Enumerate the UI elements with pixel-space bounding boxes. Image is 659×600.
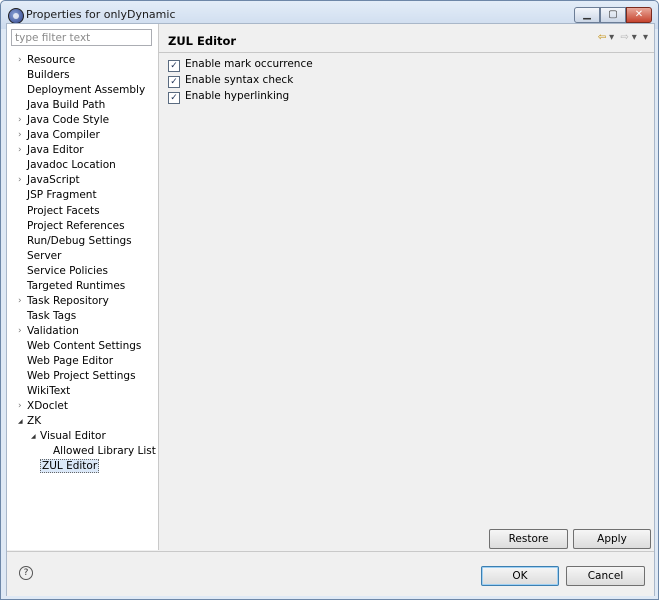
tree-item-targeted-runtimes[interactable]: Targeted Runtimes bbox=[27, 279, 125, 294]
tree-item-label: Java Compiler bbox=[27, 129, 100, 142]
tree-item-server[interactable]: Server bbox=[27, 249, 61, 264]
tree-item-label: Service Policies bbox=[27, 264, 108, 277]
tree-item-allowed-library-list[interactable]: Allowed Library List bbox=[53, 444, 156, 459]
tree-item-xdoclet[interactable]: › XDoclet bbox=[18, 399, 68, 414]
tree-item-resource[interactable]: › Resource bbox=[18, 53, 76, 68]
tree-item-label: Javadoc Location bbox=[27, 159, 116, 172]
tree-item-deployment-assembly[interactable]: Deployment Assembly bbox=[27, 83, 145, 98]
expand-arrow-icon[interactable]: › bbox=[18, 399, 26, 414]
tree-item-java-build-path[interactable]: Java Build Path bbox=[27, 98, 105, 113]
option-mark-occurrence[interactable]: ✓ Enable mark occurrence bbox=[168, 57, 313, 72]
tree-item-zul-editor[interactable]: ZUL Editor bbox=[40, 459, 100, 474]
tree-item-builders[interactable]: Builders bbox=[27, 68, 70, 83]
tree-item-label: Validation bbox=[27, 324, 79, 337]
close-button[interactable]: ✕ bbox=[626, 7, 652, 23]
option-label: Enable hyperlinking bbox=[185, 90, 290, 102]
window-title: Properties for onlyDynamic bbox=[26, 8, 176, 21]
view-menu-icon[interactable]: ▾ bbox=[643, 32, 648, 43]
forward-dropdown-icon[interactable]: ▾ bbox=[632, 32, 637, 43]
tree-item-label: WikiText bbox=[27, 385, 71, 398]
expand-arrow-icon[interactable]: › bbox=[18, 53, 26, 68]
tree-item-visual-editor[interactable]: ◢ Visual Editor bbox=[31, 429, 106, 444]
tree-item-task-tags[interactable]: Task Tags bbox=[27, 309, 76, 324]
tree-item-wikitext[interactable]: WikiText bbox=[27, 384, 70, 399]
tree-item-label: Server bbox=[27, 249, 62, 262]
cancel-button[interactable]: Cancel bbox=[566, 566, 645, 586]
expand-arrow-icon[interactable]: › bbox=[18, 173, 26, 188]
tree-item-label: Java Editor bbox=[27, 144, 84, 157]
expand-arrow-icon[interactable]: › bbox=[18, 324, 26, 339]
tree-item-java-editor[interactable]: › Java Editor bbox=[18, 143, 84, 158]
forward-arrow-icon[interactable]: ⇨ bbox=[620, 32, 628, 43]
restore-defaults-button[interactable]: Restore Defaults bbox=[489, 529, 568, 563]
tree-item-task-repository[interactable]: › Task Repository bbox=[18, 294, 109, 309]
tree-item-label: JSP Fragment bbox=[27, 189, 97, 202]
category-pane: ›ResourceBuildersDeployment AssemblyJava… bbox=[7, 24, 159, 550]
tree-item-zk[interactable]: ◢ ZK bbox=[18, 414, 42, 429]
expand-arrow-icon[interactable]: › bbox=[18, 128, 26, 143]
option-label: Enable syntax check bbox=[185, 74, 294, 86]
tree-item-service-policies[interactable]: Service Policies bbox=[27, 264, 108, 279]
expand-arrow-icon[interactable]: › bbox=[18, 143, 26, 158]
tree-item-label: JavaScript bbox=[27, 174, 80, 187]
tree-item-label: Builders bbox=[27, 69, 70, 82]
option-syntax-check[interactable]: ✓ Enable syntax check bbox=[168, 73, 293, 88]
tree-item-label: Project Facets bbox=[27, 204, 100, 217]
apply-button[interactable]: Apply bbox=[573, 529, 651, 549]
tree-item-label: Java Build Path bbox=[27, 99, 106, 112]
tree-item-label: Web Page Editor bbox=[27, 355, 114, 367]
filter-input[interactable] bbox=[11, 29, 152, 46]
checkbox-syntax-check[interactable]: ✓ bbox=[168, 76, 180, 88]
tree-item-javadoc-location[interactable]: Javadoc Location bbox=[27, 158, 116, 173]
expand-arrow-icon[interactable]: › bbox=[18, 294, 26, 309]
tree-item-javascript[interactable]: › JavaScript bbox=[18, 173, 80, 188]
tree-item-web-project-settings[interactable]: Web Project Settings bbox=[27, 369, 136, 384]
eclipse-app-icon bbox=[8, 8, 24, 24]
tree-item-project-facets[interactable]: Project Facets bbox=[27, 204, 100, 219]
tree-item-java-compiler[interactable]: › Java Compiler bbox=[18, 128, 100, 143]
back-arrow-icon[interactable]: ⇦ bbox=[598, 32, 606, 43]
tree-item-label: ZUL Editor bbox=[40, 459, 100, 474]
option-label: Enable mark occurrence bbox=[185, 58, 313, 70]
expand-arrow-icon[interactable]: › bbox=[18, 113, 26, 128]
tree-item-label: Java Code Style bbox=[27, 114, 110, 127]
collapse-arrow-icon[interactable]: ◢ bbox=[18, 414, 26, 429]
tree-item-label: ZK bbox=[27, 415, 42, 428]
back-dropdown-icon[interactable]: ▾ bbox=[609, 32, 614, 43]
checkbox-hyperlinking[interactable]: ✓ bbox=[168, 92, 180, 104]
title-separator bbox=[159, 52, 654, 53]
tree-item-validation[interactable]: › Validation bbox=[18, 324, 79, 339]
tree-item-label: Deployment Assembly bbox=[27, 84, 146, 97]
checkbox-mark-occurrence[interactable]: ✓ bbox=[168, 60, 180, 72]
tree-item-label: Task Repository bbox=[27, 294, 109, 307]
page-title: ZUL Editor bbox=[168, 34, 237, 48]
minimize-button[interactable]: ▁ bbox=[574, 7, 600, 23]
tree-item-label: Web Project Settings bbox=[27, 370, 136, 383]
maximize-button[interactable]: ▢ bbox=[600, 7, 626, 23]
tree-item-label: Resource bbox=[27, 54, 76, 66]
nav-toolbar: ⇦ ▾ ⇨ ▾ ▾ bbox=[595, 32, 648, 43]
tree-item-java-code-style[interactable]: › Java Code Style bbox=[18, 113, 110, 128]
page-pane: ZUL Editor ⇦ ▾ ⇨ ▾ ▾ ✓ Enable mark occurren… bbox=[159, 24, 654, 563]
option-hyperlinking[interactable]: ✓ Enable hyperlinking bbox=[168, 89, 289, 104]
dialog-footer: ? OK Cancel bbox=[7, 551, 654, 596]
tree-item-jsp-fragment[interactable]: JSP Fragment bbox=[27, 188, 97, 203]
tree-item-label: Web Content Settings bbox=[27, 339, 142, 352]
dialog-body: ›ResourceBuildersDeployment AssemblyJava… bbox=[6, 23, 655, 596]
tree-item-label: Project References bbox=[27, 219, 125, 232]
tree-item-project-references[interactable]: Project References bbox=[27, 219, 125, 234]
tree-item-label: Allowed Library List bbox=[53, 445, 156, 458]
tree-item-run-debug-settings[interactable]: Run/Debug Settings bbox=[27, 234, 132, 249]
help-icon[interactable]: ? bbox=[19, 566, 33, 580]
tree-item-web-page-editor[interactable]: Web Page Editor bbox=[27, 354, 113, 369]
tree-item-label: Run/Debug Settings bbox=[27, 234, 132, 247]
ok-button[interactable]: OK bbox=[481, 566, 559, 586]
tree-item-label: Task Tags bbox=[27, 309, 77, 322]
collapse-arrow-icon[interactable]: ◢ bbox=[31, 429, 39, 444]
tree-item-web-content-settings[interactable]: Web Content Settings bbox=[27, 339, 141, 354]
tree-item-label: XDoclet bbox=[27, 400, 68, 413]
properties-dialog: Properties for onlyDynamic ▁ ▢ ✕ ›Resour… bbox=[0, 0, 659, 600]
tree-item-label: Visual Editor bbox=[40, 430, 106, 443]
tree-item-label: Targeted Runtimes bbox=[27, 279, 126, 292]
